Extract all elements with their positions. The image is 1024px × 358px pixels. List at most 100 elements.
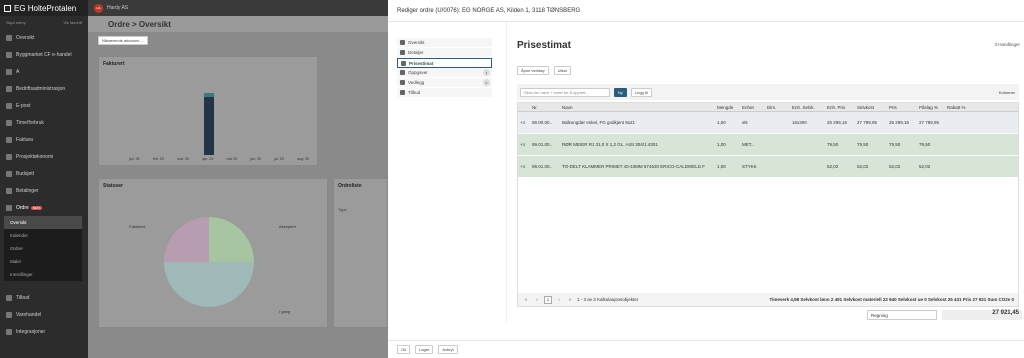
status-select[interactable]: Regning [867, 310, 937, 320]
sidebar-item-label: Prosjektøkonomi [16, 153, 54, 160]
cancel-button[interactable]: Avbryt [438, 345, 458, 354]
sidebar-item[interactable]: Bedriftsadministrasjon [0, 80, 88, 97]
nav-icon [400, 90, 405, 95]
current-page[interactable]: 1 [544, 295, 552, 304]
nav-icon [401, 60, 406, 66]
sidebar-item-ordre[interactable]: Ordre BETA [0, 199, 88, 216]
sidebar-item[interactable]: Time/forbruk [0, 114, 88, 131]
submenu-item[interactable]: Oversikt [4, 216, 82, 229]
table-cell: TO-DELT KLAMMER PRIMET 40-43MM 574630 ER… [562, 164, 705, 169]
avatar[interactable]: HA [94, 3, 103, 13]
sidebar-item[interactable]: Budsjett [0, 165, 88, 182]
order-list-card: Ordreliste Type [333, 178, 388, 328]
sidebar-item[interactable]: Betalinger [0, 182, 88, 199]
menu-icon [6, 85, 12, 92]
nav-item-label: Oppgaver [408, 70, 428, 75]
brand[interactable]: EG HolteProtalen [0, 0, 88, 16]
sidebar: EG HolteProtalen Skjul meny Vis favoritt … [0, 0, 88, 358]
pie-label: Fakturert [129, 224, 146, 229]
save-button[interactable]: Lagre [415, 345, 434, 354]
table-row[interactable]: +≡ 99.01.00.. RØR MEIER RJ 31,0 X 1,2 GL. … [518, 134, 1018, 156]
status-card: Statuser Fakturert Akseptert I gang [98, 178, 328, 328]
ok-button[interactable]: Ok [397, 345, 411, 354]
month-label: aug. 25 [297, 157, 309, 161]
brand-name: EG HolteProtalen [14, 3, 77, 13]
column-header[interactable]: Dim. [765, 105, 790, 110]
beta-badge: BETA [30, 205, 43, 210]
nav-count-badge: 1 [483, 69, 490, 76]
next-page-icon[interactable]: › [555, 296, 563, 304]
first-page-icon[interactable]: « [522, 296, 530, 304]
sidebar-item[interactable]: Byggmarket CF e-handel [0, 46, 88, 63]
column-header[interactable]: Nr. [530, 105, 560, 110]
sidebar-item[interactable]: E-post [0, 97, 88, 114]
submenu-item[interactable]: Ordrer [4, 242, 82, 255]
menu-icon [6, 153, 12, 160]
sidebar-item-label: Budsjett [16, 170, 35, 177]
period-filter[interactable]: Nåværende økonomi ... [98, 36, 148, 45]
sidebar-item-label: Tilbud [16, 294, 30, 301]
column-header[interactable]: Navn [560, 105, 715, 110]
column-header[interactable]: Enhet [740, 105, 765, 110]
brand-logo-icon [4, 4, 11, 12]
nav-item[interactable]: Oversikt [397, 38, 492, 48]
nav-item[interactable]: Tilbud [397, 88, 492, 98]
add-dropdown[interactable]: Legg til [630, 87, 652, 97]
column-header[interactable]: Enh. Selvk. [790, 105, 825, 110]
nav-count-badge: 0 [483, 79, 490, 86]
month-label: jul. 25 [274, 157, 284, 161]
nav-item-label: Prisestimat [409, 60, 434, 66]
show-favorites-link[interactable]: Vis favoritt [63, 20, 82, 25]
background-page: HA Hardy AS Ordre > Oversikt Nåværende øk… [88, 0, 388, 358]
chart-bar [204, 97, 214, 155]
open-tools-button[interactable]: Åpne verktøy [517, 66, 549, 75]
search-input[interactable]: Skriv inn navn + enter for å opprett... [520, 87, 610, 97]
order-icon [6, 204, 12, 211]
nav-item-label: Oversikt [408, 40, 425, 45]
row-controls[interactable]: +≡ [518, 164, 530, 169]
table-cell: 52,02 [857, 164, 869, 169]
table-cell: 1,00 [717, 164, 726, 169]
nav-item[interactable]: Oppgaver 1 [397, 68, 492, 78]
sidebar-item[interactable]: Integrasjoner [0, 323, 88, 340]
column-header[interactable]: Påslag % [917, 105, 945, 110]
menu-icon [6, 294, 12, 301]
column-header[interactable]: Selvkost [855, 105, 887, 110]
sidebar-item[interactable]: Oversikt [0, 29, 88, 46]
table-row[interactable]: +≡ 99.01.00.. TO-DELT KLAMMER PRIMET 40-43… [518, 156, 1018, 178]
menu-icon [6, 34, 12, 41]
sidebar-item[interactable]: Prosjektøkonomi [0, 148, 88, 165]
draft-dropdown[interactable]: Utkst [553, 66, 571, 75]
table-row[interactable]: +≡ 99.00.00.. Balkongdør enkel, FG godkjen… [518, 112, 1018, 134]
prev-page-icon[interactable]: ‹ [533, 296, 541, 304]
row-controls[interactable]: +≡ [518, 142, 530, 147]
nav-icon [400, 50, 405, 55]
sidebar-item[interactable]: Tilbud [0, 289, 88, 306]
sidebar-item[interactable]: Faktura [0, 131, 88, 148]
table-cell: stk [742, 120, 748, 125]
row-controls[interactable]: +≡ [518, 120, 530, 125]
columns-button[interactable]: Kolonner [999, 90, 1015, 95]
table-cell: 27 789,95 [919, 120, 940, 125]
column-header[interactable]: Mengde [715, 105, 740, 110]
nav-item[interactable]: Prisestimat [397, 58, 492, 68]
new-button[interactable]: Ny [614, 87, 627, 97]
search-placeholder: Skriv inn navn + enter for å opprett... [524, 89, 589, 95]
nav-item[interactable]: Detaljer [397, 48, 492, 58]
submenu-item[interactable]: Kalender [4, 229, 82, 242]
estimate-table: Nr. Navn Mengde Enhet Dim. Enh. Selvk. Enh. Pr… [517, 102, 1019, 307]
submenu-item[interactable]: Innstillinger [4, 268, 82, 281]
hide-menu-link[interactable]: Skjul meny [6, 20, 26, 25]
last-page-icon[interactable]: » [566, 296, 574, 304]
column-header[interactable]: Pris [887, 105, 917, 110]
table-cell: 79,50 [889, 142, 901, 147]
column-header[interactable]: Rabatt % [945, 105, 970, 110]
actions-dropdown[interactable]: 3 Handlinger [994, 42, 1020, 47]
pager-summary: 1 - 3 av 3 Kalkulasjonsobjekter [577, 297, 639, 302]
column-header[interactable]: Enh. Pris [825, 105, 855, 110]
nav-item[interactable]: Vedlegg 0 [397, 78, 492, 88]
sidebar-item[interactable]: A [0, 63, 88, 80]
pie-slice-accepted [209, 217, 254, 262]
sidebar-item[interactable]: Varehandel [0, 306, 88, 323]
submenu-item[interactable]: Maler [4, 255, 82, 268]
